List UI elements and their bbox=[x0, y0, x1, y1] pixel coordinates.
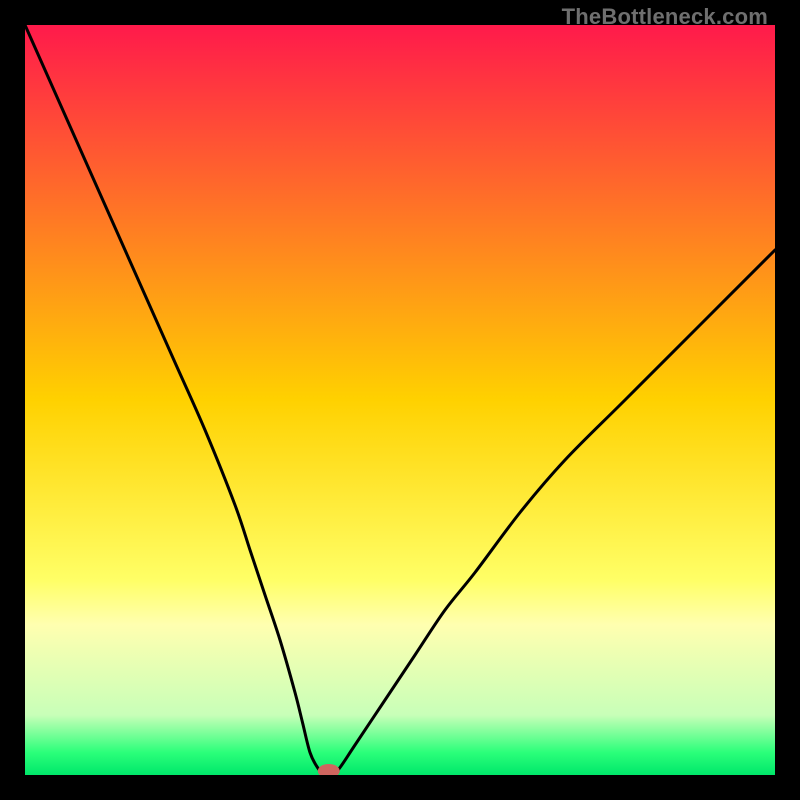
bottleneck-chart bbox=[25, 25, 775, 775]
chart-frame bbox=[25, 25, 775, 775]
gradient-background bbox=[25, 25, 775, 775]
watermark-text: TheBottleneck.com bbox=[562, 4, 768, 30]
